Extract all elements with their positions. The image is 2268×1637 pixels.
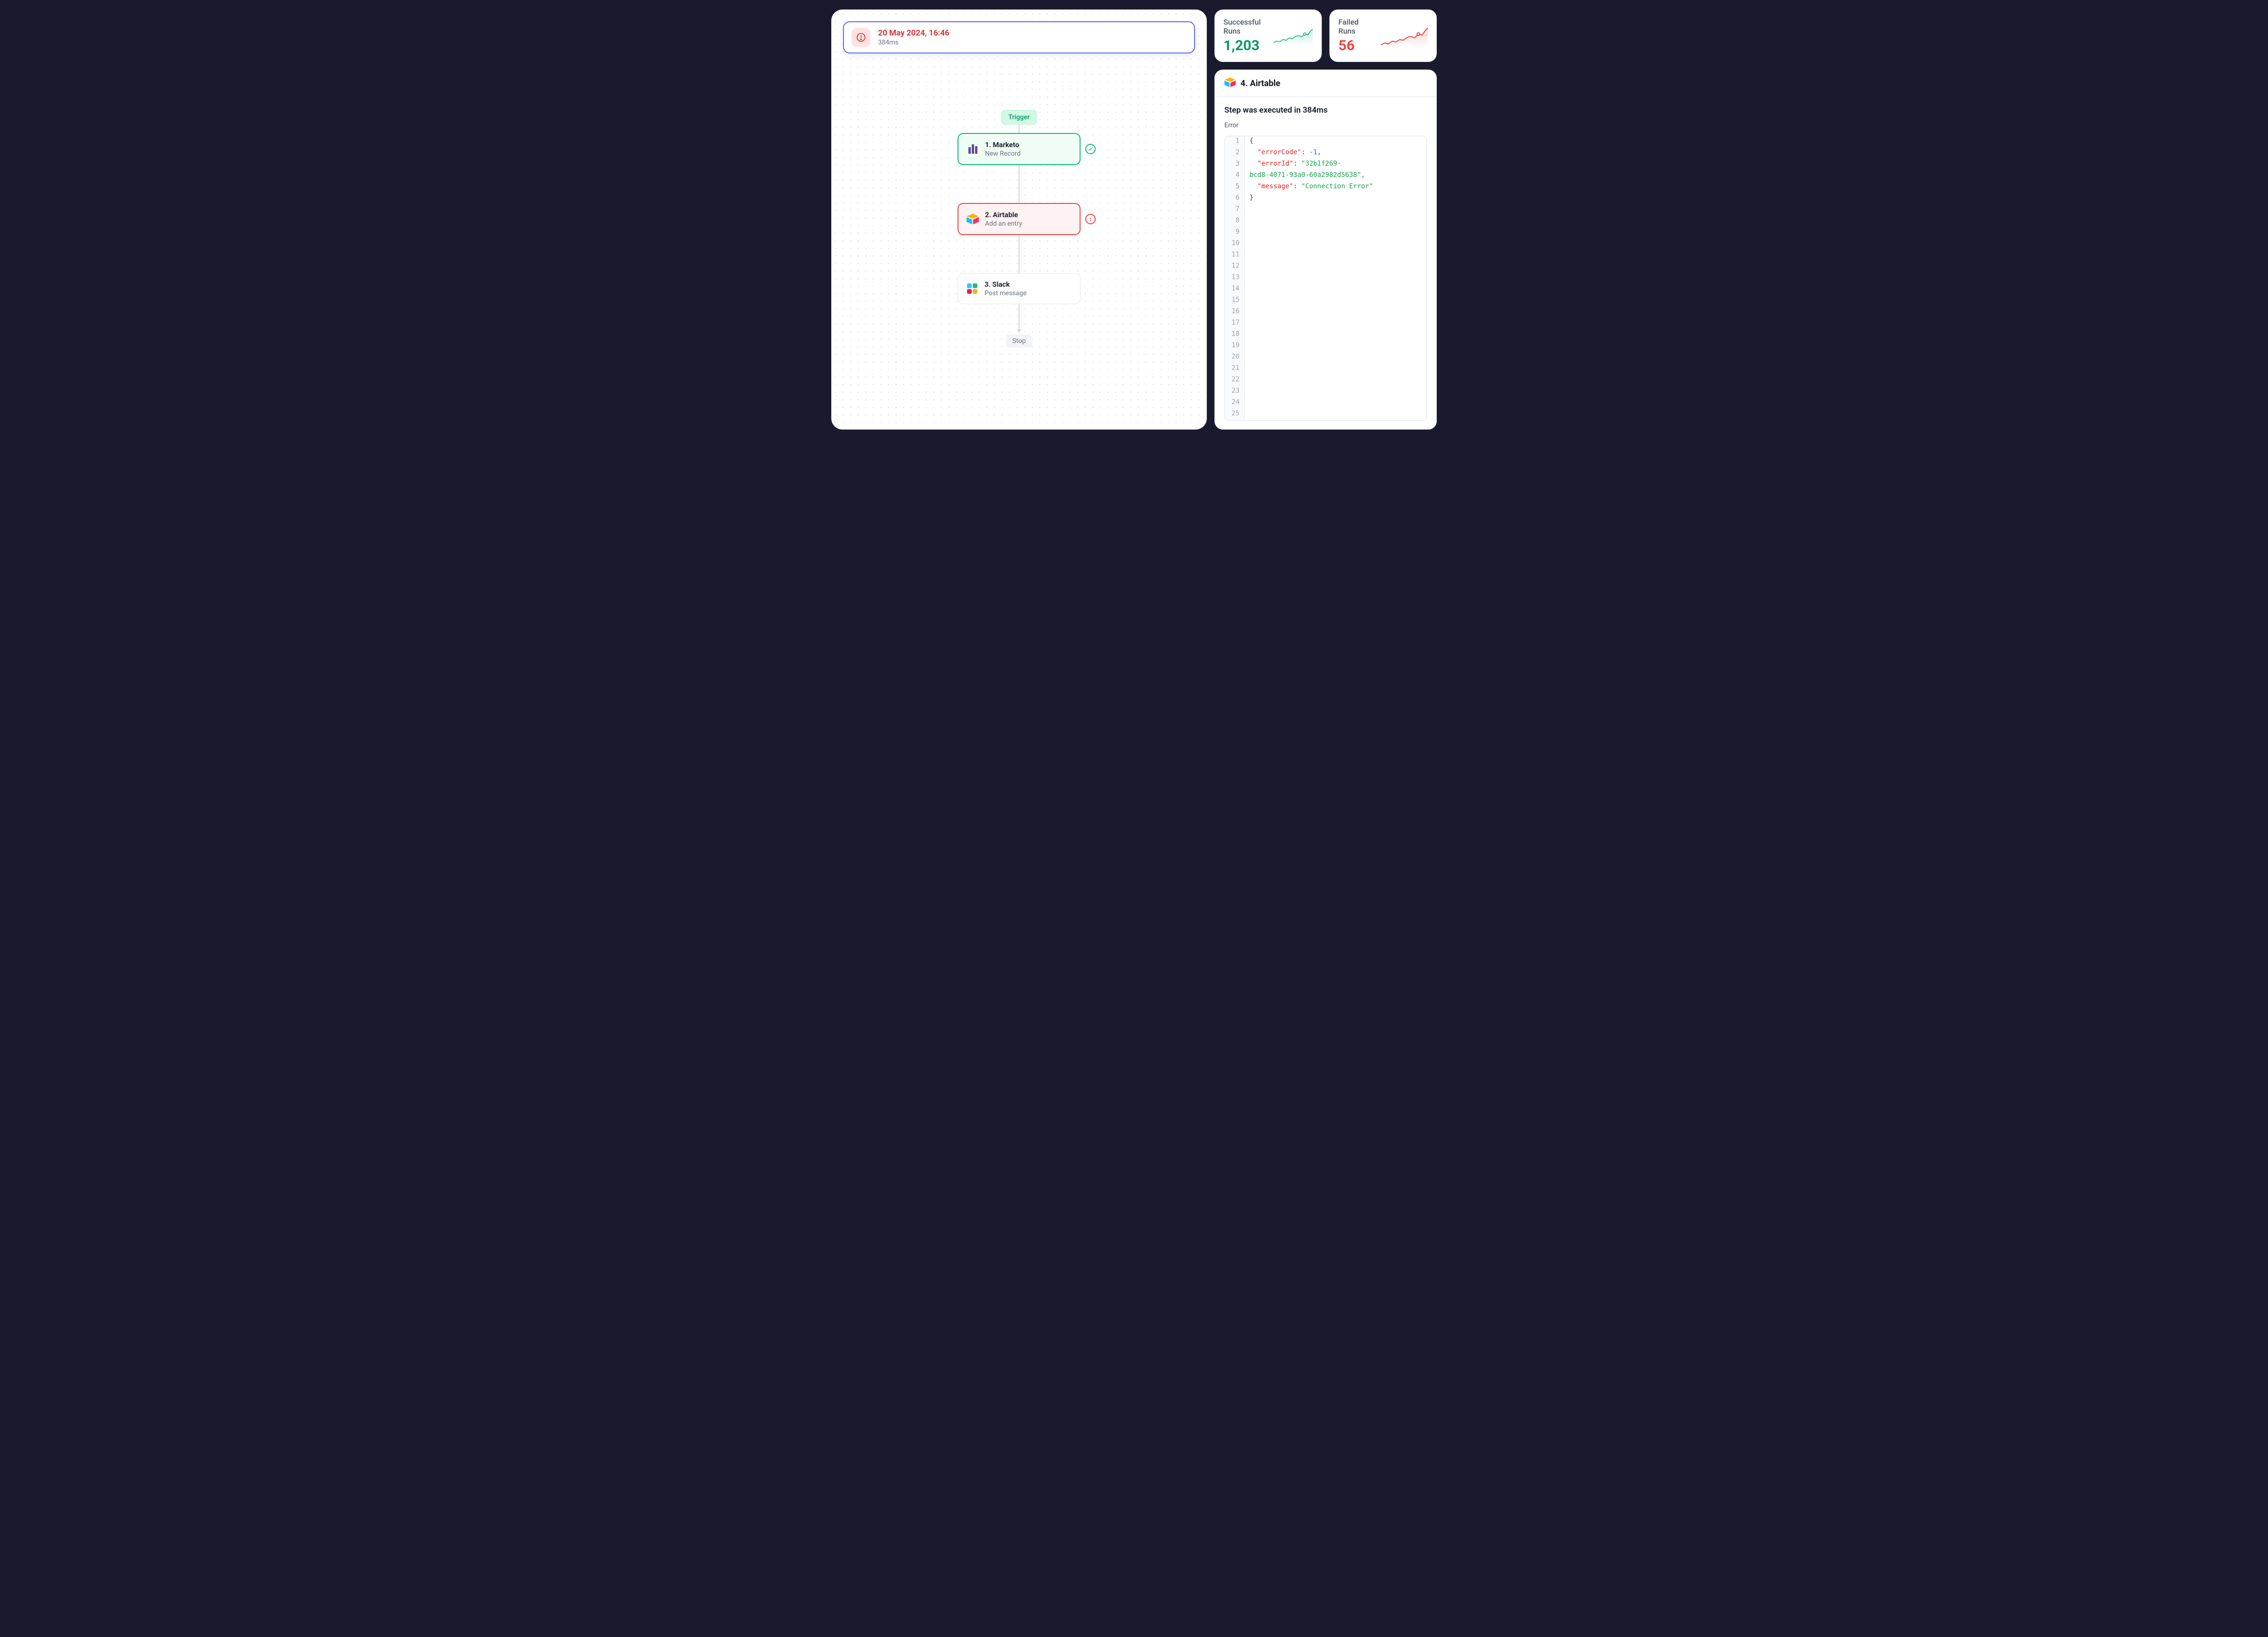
node-title: 1. Marketo (985, 141, 1020, 149)
flow-container: Trigger 1. Marketo New Record (843, 110, 1195, 348)
detail-title: 4. Airtable (1240, 79, 1280, 88)
airtable-icon (1224, 78, 1236, 89)
code-line: 6} (1225, 193, 1426, 204)
stat-card-failed[interactable]: Failed Runs 56 (1329, 9, 1437, 62)
app-root: 20 May 2024, 16:46 384ms Trigger 1. Mark… (831, 9, 1437, 430)
run-timestamp: 20 May 2024, 16:46 (878, 28, 949, 38)
stop-label: Stop (1006, 334, 1033, 348)
trigger-label[interactable]: Trigger (1002, 110, 1037, 124)
flow-node-slack[interactable]: 3. Slack Post message (958, 273, 1081, 304)
code-line: 25 (1225, 409, 1426, 420)
node-title: 2. Airtable (985, 211, 1022, 219)
error-code-block[interactable]: 1{2 "errorCode": -1,3 "errorId": "32b1f2… (1224, 136, 1427, 421)
marketo-icon (966, 142, 979, 156)
code-line: 21 (1225, 363, 1426, 375)
code-line: 10 (1225, 238, 1426, 250)
error-label: Error (1224, 122, 1427, 129)
code-line: 20 (1225, 352, 1426, 363)
code-line: 14 (1225, 284, 1426, 295)
detail-header: 4. Airtable (1215, 70, 1436, 97)
sparkline-failed (1381, 24, 1428, 48)
alert-icon (1085, 214, 1096, 224)
run-summary-card[interactable]: 20 May 2024, 16:46 384ms (843, 21, 1195, 53)
code-line: 16 (1225, 307, 1426, 318)
code-line: 24 (1225, 397, 1426, 409)
code-line: 3 "errorId": "32b1f269- (1225, 159, 1426, 170)
code-line: 12 (1225, 261, 1426, 273)
code-line: 13 (1225, 273, 1426, 284)
slack-icon (966, 282, 979, 295)
connector-arrow (1019, 304, 1020, 333)
step-detail-panel: 4. Airtable Step was executed in 384ms E… (1214, 70, 1437, 430)
code-line: 4bcd8-4071-93a0-60a2982d5638", (1225, 170, 1426, 182)
code-line: 22 (1225, 375, 1426, 386)
code-line: 15 (1225, 295, 1426, 307)
connector (1019, 165, 1020, 203)
code-line: 17 (1225, 318, 1426, 329)
node-title: 3. Slack (985, 280, 1027, 289)
alert-icon (852, 28, 870, 47)
code-line: 7 (1225, 204, 1426, 216)
code-line: 5 "message": "Connection Error" (1225, 182, 1426, 193)
code-line: 19 (1225, 341, 1426, 352)
code-line: 9 (1225, 227, 1426, 238)
code-line: 18 (1225, 329, 1426, 341)
stat-value: 56 (1338, 37, 1377, 54)
node-subtitle: New Record (985, 150, 1020, 158)
check-icon (1085, 144, 1096, 154)
stat-label: Failed Runs (1338, 18, 1377, 35)
code-line: 2 "errorCode": -1, (1225, 148, 1426, 159)
stats-row: Successful Runs 1,203 Failed Runs 56 (1214, 9, 1437, 62)
sparkline-success (1274, 24, 1313, 48)
flow-node-marketo[interactable]: 1. Marketo New Record (958, 133, 1081, 165)
code-line: 8 (1225, 216, 1426, 227)
run-duration: 384ms (878, 39, 949, 46)
right-column: Successful Runs 1,203 Failed Runs 56 (1214, 9, 1437, 430)
node-subtitle: Add an entry (985, 220, 1022, 228)
connector (1019, 235, 1020, 273)
stat-value: 1,203 (1223, 37, 1270, 54)
node-subtitle: Post message (985, 290, 1027, 297)
code-line: 1{ (1225, 136, 1426, 148)
execution-summary: Step was executed in 384ms (1224, 106, 1427, 115)
stat-card-success[interactable]: Successful Runs 1,203 (1214, 9, 1322, 62)
airtable-icon (966, 212, 979, 226)
workflow-canvas[interactable]: 20 May 2024, 16:46 384ms Trigger 1. Mark… (831, 9, 1207, 430)
flow-node-airtable[interactable]: 2. Airtable Add an entry (958, 203, 1081, 235)
connector (1019, 124, 1020, 133)
stat-label: Successful Runs (1223, 18, 1270, 35)
code-line: 23 (1225, 386, 1426, 397)
code-line: 11 (1225, 250, 1426, 261)
